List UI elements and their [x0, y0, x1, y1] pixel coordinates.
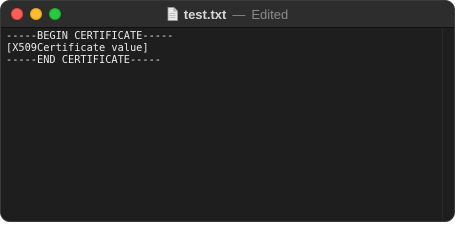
file-name: test.txt	[183, 6, 227, 22]
text-line-end-certificate[interactable]: -----END CERTIFICATE-----	[6, 54, 449, 66]
title-bar[interactable]: test.txt — Edited	[1, 1, 454, 28]
document-icon[interactable]	[167, 7, 178, 21]
edited-status: Edited	[251, 6, 289, 22]
text-editor-area[interactable]: -----BEGIN CERTIFICATE----- [X509Certifi…	[1, 28, 454, 221]
text-line-begin-certificate[interactable]: -----BEGIN CERTIFICATE-----	[6, 30, 449, 42]
window-title: test.txt — Edited	[1, 1, 454, 27]
text-editor-window: test.txt — Edited -----BEGIN CERTIFICATE…	[0, 0, 455, 222]
title-separator: —	[232, 6, 246, 22]
vertical-scrollbar[interactable]	[442, 28, 453, 219]
text-line-certificate-value[interactable]: [X509Certificate value]	[6, 42, 449, 54]
